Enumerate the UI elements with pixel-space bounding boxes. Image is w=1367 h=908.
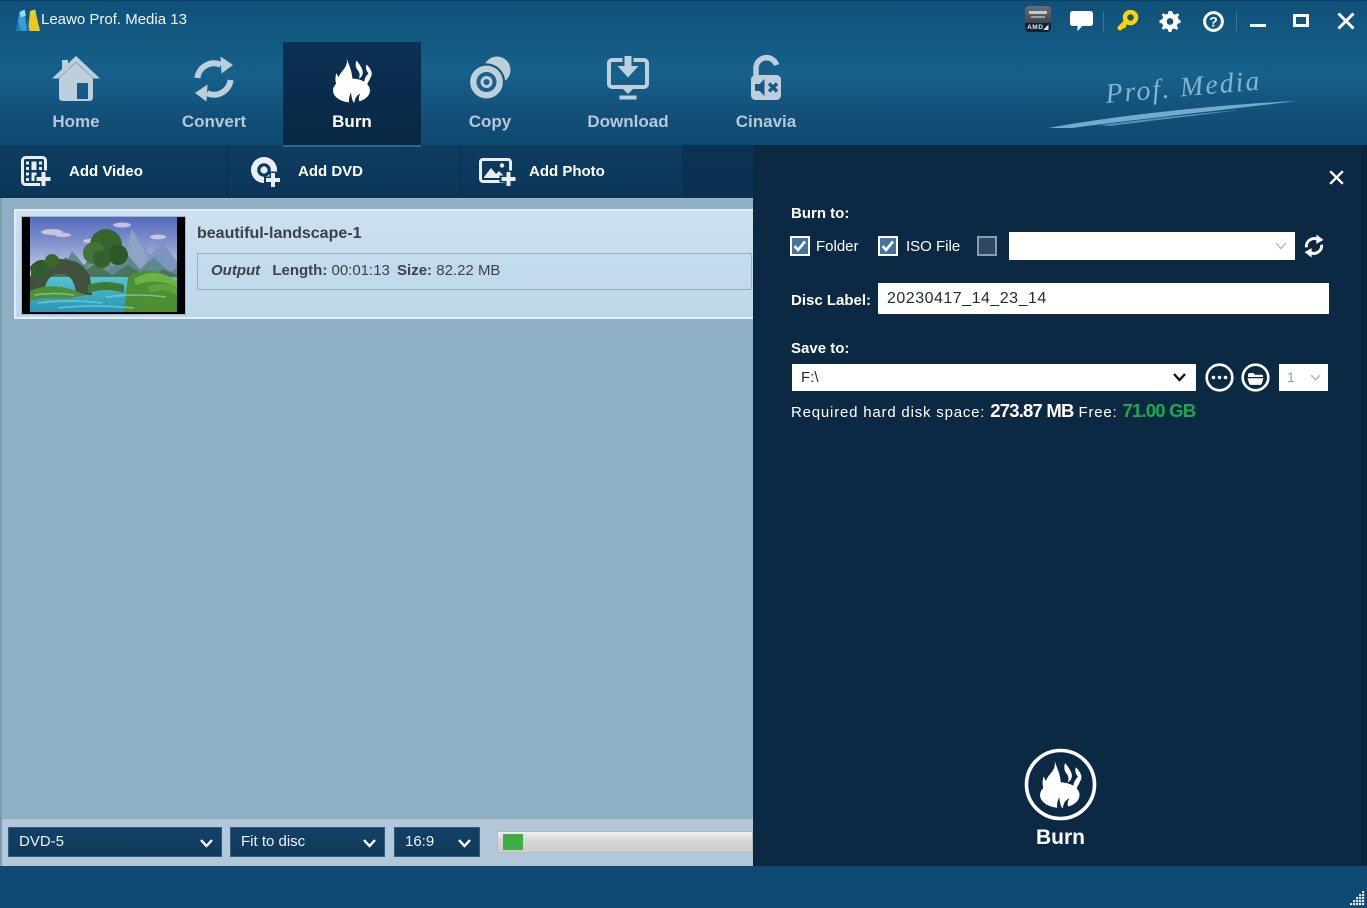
svg-text:Prof. Media: Prof. Media	[1103, 65, 1262, 110]
svg-text:?: ?	[1209, 14, 1218, 30]
